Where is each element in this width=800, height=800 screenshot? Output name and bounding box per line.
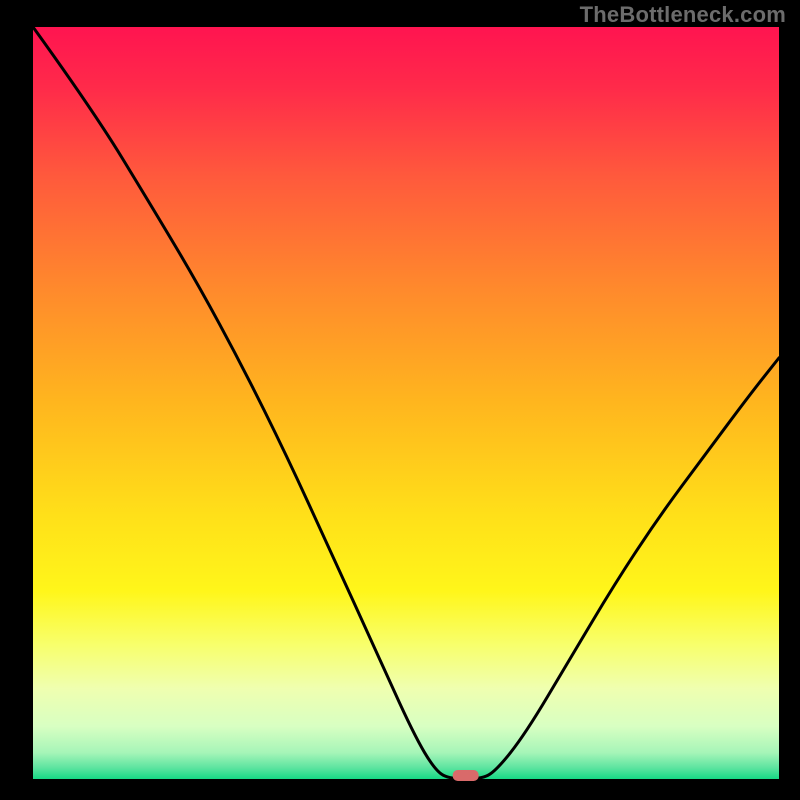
optimal-marker <box>453 770 479 781</box>
bottleneck-chart: TheBottleneck.com <box>0 0 800 800</box>
plot-background <box>33 27 779 779</box>
chart-svg <box>0 0 800 800</box>
watermark-text: TheBottleneck.com <box>580 2 786 28</box>
